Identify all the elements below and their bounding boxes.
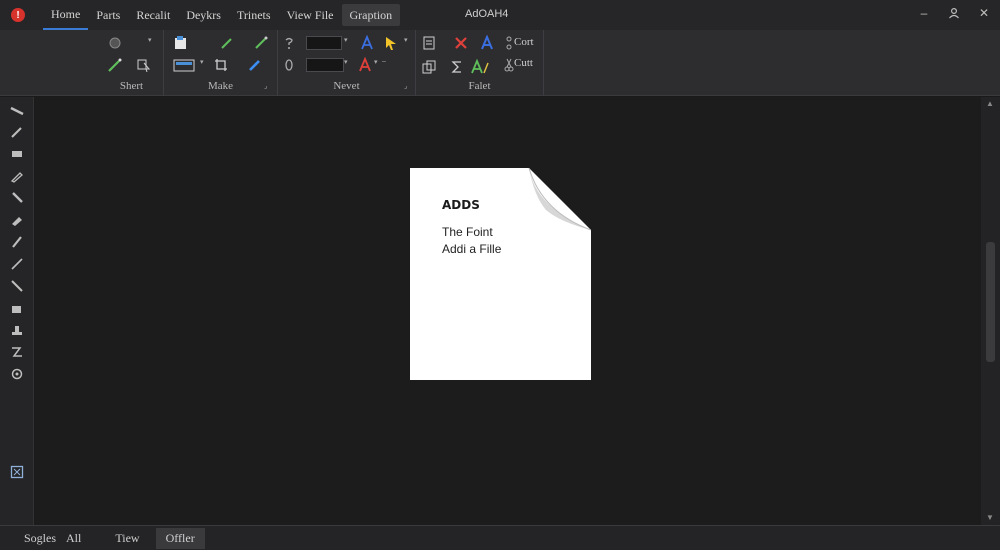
menu-bar: Home Parts Recalit Deykrs Trinets View F… [43,0,401,30]
scroll-down-icon[interactable]: ▼ [986,513,994,522]
green-brush-alt-icon[interactable] [252,34,270,52]
group-label-falet: Falet [468,80,491,92]
vertical-scrollbar[interactable]: ▲ ▼ [981,97,1000,525]
ribbon-group-nevet: ▾ ▾ ▾ ▾ – ⌟ Nevet [278,30,416,96]
copy-format-icon[interactable] [420,58,438,76]
close-icon[interactable]: ✕ [976,5,992,21]
fill-tool-icon[interactable] [8,211,26,229]
menu-recalit[interactable]: Recalit [128,4,178,26]
menu-parts[interactable]: Parts [88,4,128,26]
ribbon-group-shert: ▾ Shert [100,30,164,96]
tab-tiew[interactable]: Tiew [105,528,149,549]
document-line: The Foint [442,225,493,239]
eraser-tool-icon[interactable] [8,145,26,163]
group-label-nevet: Nevet [333,80,360,92]
green-a-icon[interactable] [470,58,492,76]
stamp-tool-icon[interactable] [8,321,26,339]
document-page-shape [410,168,591,380]
red-text-a-icon[interactable] [356,56,374,74]
text-style-a-icon[interactable] [478,34,496,52]
green-pen-icon[interactable] [106,56,124,74]
group-label-shert: Shert [119,80,144,92]
clipboard-icon[interactable] [420,34,438,52]
user-icon[interactable] [946,5,962,21]
menu-trinets[interactable]: Trinets [229,4,279,26]
window-title: AdOAH4 [465,8,509,20]
ribbon-group-make: ▾ ⌟ Make [164,30,278,96]
left-toolbar [0,97,34,525]
blue-pen-icon[interactable] [246,56,264,74]
tab-offler[interactable]: Offler [155,527,205,549]
font-size-field[interactable] [306,36,342,50]
dropdown-arrow-icon[interactable]: ▾ [148,36,152,44]
dropdown-arrow-icon[interactable]: ▾ [344,36,348,44]
bottom-tab-bar: Sogles All Tiew Offler [0,525,1000,550]
document-title: ADDS [442,198,480,212]
tab-all[interactable]: All [62,528,91,549]
crop-tool-icon[interactable] [212,56,230,74]
help-icon[interactable] [280,34,298,52]
menu-view-file[interactable]: View File [279,4,342,26]
group-label-make: Make [207,80,234,92]
marker-tool-icon[interactable] [8,189,26,207]
app-logo-icon[interactable]: ! [11,8,25,22]
window-controls: – ✕ [916,5,992,21]
menu-deykrs[interactable]: Deykrs [178,4,229,26]
title-bar: ! Home Parts Recalit Deykrs Trinets View… [0,0,1000,30]
knife-tool-icon[interactable] [8,277,26,295]
green-brush-icon[interactable] [218,34,236,52]
settings-tool-icon[interactable] [8,365,26,383]
scroll-up-icon[interactable]: ▲ [986,99,994,108]
brush-tool-icon[interactable] [8,167,26,185]
paste-icon[interactable] [172,34,190,52]
frame-tool-icon[interactable] [172,56,196,74]
document-line: Addi a Fille [442,242,502,256]
circle-tool-icon[interactable] [106,34,124,52]
dropdown-arrow-icon[interactable]: ▾ [404,36,408,44]
sigma-icon[interactable] [448,58,466,76]
select-tool-icon[interactable] [134,56,152,74]
font-name-field[interactable] [306,58,344,72]
ribbon-group-falet: Cort Cutt Falet [416,30,544,96]
line-tool-icon[interactable] [8,255,26,273]
layers-panel-icon[interactable] [8,463,26,481]
dropdown-arrow-icon[interactable]: ▾ [200,58,204,66]
more-icon[interactable]: – [382,58,386,65]
scroll-thumb[interactable] [986,242,995,362]
transform-tool-icon[interactable] [8,343,26,361]
zero-icon[interactable] [280,56,298,74]
tab-sogles[interactable]: Sogles [14,528,60,549]
pen-tool-icon[interactable] [8,123,26,141]
pencil-tool-icon[interactable] [8,101,26,119]
menu-graption[interactable]: Graption [341,4,401,26]
menu-home[interactable]: Home [43,0,89,30]
font-color-a-icon[interactable] [358,34,376,52]
minimize-icon[interactable]: – [916,5,932,21]
cutt-button[interactable]: Cutt [514,57,533,69]
delete-x-icon[interactable] [452,34,470,52]
bucket-tool-icon[interactable] [8,299,26,317]
document-page[interactable]: ADDS The Foint Addi a Fille [410,168,591,380]
cort-button[interactable]: Cort [514,36,534,48]
dropdown-arrow-icon[interactable]: ▾ [374,58,378,66]
cursor-icon[interactable] [382,34,400,52]
smudge-tool-icon[interactable] [8,233,26,251]
dropdown-arrow-icon[interactable]: ▾ [344,58,348,66]
ribbon: ▾ Shert ▾ ⌟ Make ▾ ▾ ▾ ▾ – ⌟ Nevet Cort … [0,30,1000,96]
